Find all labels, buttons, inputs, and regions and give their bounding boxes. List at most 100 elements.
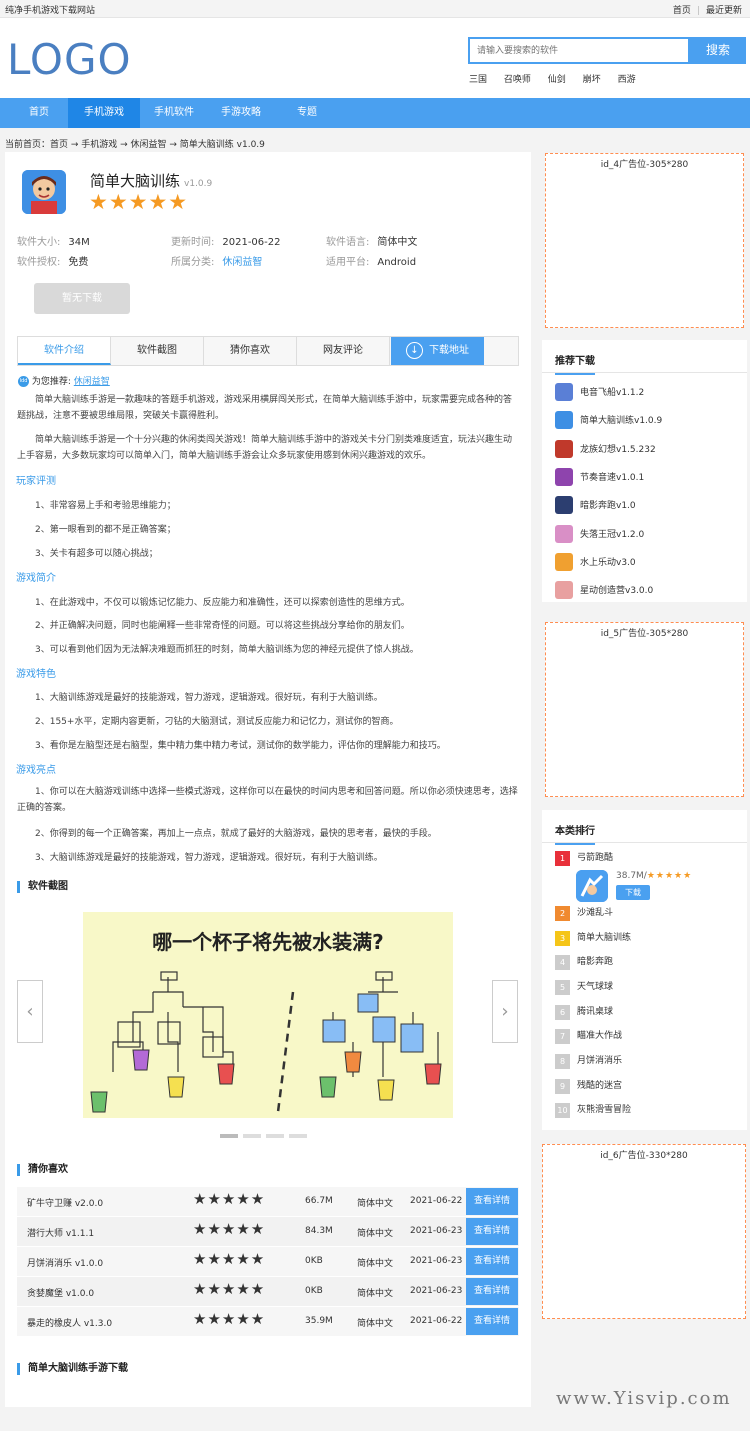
intro-paragraph: 简单大脑训练手游是一个十分兴趣的休闲类闯关游戏！简单大脑训练手游中的游戏关卡分门… [17,435,513,461]
nav-item-topics[interactable]: 专题 [274,98,340,128]
table-row: 月饼消消乐 v1.0.0 ★★★★★ 0KB 简体中文 2021-06-23 查… [17,1247,519,1277]
next-screenshot-button[interactable]: › [492,980,518,1043]
rank-item[interactable]: 9 残酷的迷宫 [555,1076,740,1096]
app-icon [555,553,573,571]
carousel-dot[interactable] [266,1134,284,1138]
section-heading: 游戏简介 [16,573,56,584]
carousel-dots [220,1130,312,1138]
top-link-recent[interactable]: 最近更新 [706,6,742,16]
rank-item[interactable]: 3 简单大脑训练 [555,928,740,948]
carousel-dot[interactable] [289,1134,307,1138]
view-details-button[interactable]: 查看详情 [466,1188,518,1215]
side-recommend: 推荐下载 电音飞船v1.1.2 简单大脑训练v1.0.9 龙族幻想v1.5.23… [542,340,747,602]
game-size: 35.9M [305,1316,333,1326]
table-row: 潜行大师 v1.1.1 ★★★★★ 84.3M 简体中文 2021-06-23 … [17,1217,519,1247]
game-name[interactable]: 贪婪魔堡 v1.0.0 [27,1286,94,1299]
ad-slot-4[interactable]: id_4广告位-305*280 [545,153,744,328]
game-size: 84.3M [305,1226,333,1236]
nav-item-game-guides[interactable]: 手游攻略 [208,98,274,128]
game-date: 2021-06-22 [410,1316,463,1326]
app-rating-stars: ★★★★★ [89,190,189,214]
view-details-button[interactable]: 查看详情 [466,1308,518,1335]
download-section-title: 简单大脑训练手游下载 [17,1363,128,1375]
rank-top-meta: 38.7M/★★★★★ [616,871,693,881]
search-input[interactable] [470,39,688,62]
carousel-dot[interactable] [243,1134,261,1138]
section-item: 1、在此游戏中，不仅可以锻炼记忆能力、反应能力和准确性，还可以探索创造性的思维方… [35,598,410,608]
hot-word[interactable]: 三国 [469,75,487,85]
rank-item[interactable]: 10 灰熊滑雪冒险 [555,1100,740,1120]
tab-intro[interactable]: 软件介绍 [18,337,111,365]
game-date: 2021-06-23 [410,1226,463,1236]
hot-word[interactable]: 西游 [618,75,636,85]
view-details-button[interactable]: 查看详情 [466,1248,518,1275]
nav-item-home[interactable]: 首页 [0,98,78,128]
category-link[interactable]: 休闲益智 [222,257,262,268]
section-item: 1、非常容易上手和考验思维能力； [35,501,176,511]
table-row: 矿牛守卫赚 v2.0.0 ★★★★★ 66.7M 简体中文 2021-06-22… [17,1187,519,1217]
carousel-dot[interactable] [220,1134,238,1138]
nav-item-mobile-games[interactable]: 手机游戏 [68,98,140,128]
rank-item[interactable]: 2 沙滩乱斗 [555,903,740,923]
rank-item[interactable]: 5 天气球球 [555,977,740,997]
rank-item[interactable]: 7 瞄准大作战 [555,1026,740,1046]
info-platform: 适用平台: Android [326,257,417,268]
screenshots-title: 软件截图 [17,881,68,893]
game-lang: 简体中文 [357,1199,394,1209]
prev-screenshot-button[interactable]: ‹ [17,980,43,1043]
rank-number: 5 [555,980,570,995]
recommend-icon: Idd [18,376,29,387]
nav-item-mobile-software[interactable]: 手机软件 [140,98,208,128]
download-icon: ↓ [406,341,423,359]
game-date: 2021-06-23 [410,1286,463,1296]
ad-slot-6[interactable]: id_6广告位-330*280 [542,1144,746,1319]
rank-number: 6 [555,1005,570,1020]
rank-item[interactable]: 8 月饼消消乐 [555,1051,740,1071]
game-name[interactable]: 暴走的橡皮人 v1.3.0 [27,1316,112,1329]
rank-top-download-button[interactable]: 下载 [616,885,650,900]
game-lang: 简体中文 [357,1229,394,1239]
hot-word[interactable]: 仙剑 [548,75,566,85]
info-license: 软件授权: 免费 [17,257,89,268]
rank-item-top[interactable]: 1 弓箭跑酷 [555,848,740,868]
rank-number: 9 [555,1079,570,1094]
guess-table: 矿牛守卫赚 v2.0.0 ★★★★★ 66.7M 简体中文 2021-06-22… [17,1187,519,1337]
top-link-home[interactable]: 首页 [673,6,691,16]
hot-words: 三国 召唤师 仙剑 崩坏 西游 [469,72,650,85]
tab-comments[interactable]: 网友评论 [297,337,390,365]
hot-word[interactable]: 崩坏 [583,75,601,85]
top-bar: 纯净手机游戏下载网站 首页 | 最近更新 [0,0,750,18]
ad-slot-5[interactable]: id_5广告位-305*280 [545,622,744,797]
recommend-link[interactable]: 休闲益智 [74,377,110,387]
game-name[interactable]: 潜行大师 v1.1.1 [27,1226,94,1239]
hot-word[interactable]: 召唤师 [504,75,531,85]
game-lang: 简体中文 [357,1289,394,1299]
rank-item[interactable]: 6 腾讯桌球 [555,1002,740,1022]
tab-download[interactable]: ↓ 下载地址 [391,337,484,365]
app-icon [555,581,573,599]
section-item: 1、你可以在大脑游戏训练中选择一些模式游戏，这样你可以在最快的时间内思考和回答问… [17,787,518,813]
screenshot-image: 哪一个杯子将先被水装满? [83,912,453,1118]
main-content: 简单大脑训练 v1.0.9 ★★★★★ 软件大小: 34M 更新时间: 2021-06… [5,152,531,1407]
site-logo[interactable]: LOGO [7,38,132,82]
search-box [468,37,690,64]
tab-guess[interactable]: 猜你喜欢 [204,337,297,365]
table-row: 贪婪魔堡 v1.0.0 ★★★★★ 0KB 简体中文 2021-06-23 查看… [17,1277,519,1307]
section-heading: 玩家评测 [16,476,56,487]
info-size: 软件大小: 34M [17,237,90,248]
rank-number: 3 [555,931,570,946]
game-name[interactable]: 月饼消消乐 v1.0.0 [27,1256,103,1269]
section-item: 2、第一眼看到的都不是正确答案； [35,525,176,535]
game-name[interactable]: 矿牛守卫赚 v2.0.0 [27,1196,103,1209]
no-download-button[interactable]: 暂无下载 [34,283,130,314]
view-details-button[interactable]: 查看详情 [466,1218,518,1245]
game-stars: ★★★★★ [193,1310,266,1328]
app-icon [555,468,573,486]
search-button[interactable]: 搜索 [690,37,746,64]
tab-screenshots[interactable]: 软件截图 [111,337,204,365]
view-details-button[interactable]: 查看详情 [466,1278,518,1305]
game-stars: ★★★★★ [193,1190,266,1208]
section-item: 3、大脑训练游戏是最好的技能游戏，智力游戏，逻辑游戏。很好玩，有利于大脑训练。 [35,853,383,863]
rank-number: 8 [555,1054,570,1069]
rank-item[interactable]: 4 暗影奔跑 [555,952,740,972]
